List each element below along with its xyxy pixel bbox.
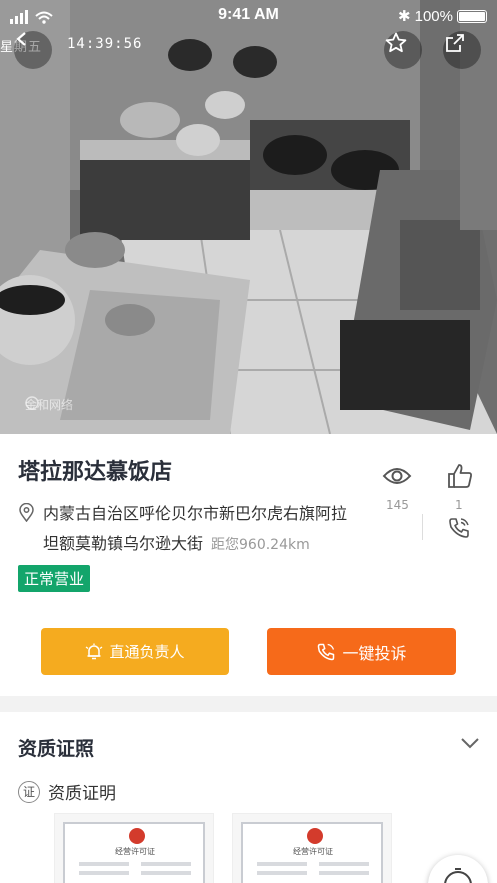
phone-icon[interactable]: [447, 516, 471, 540]
location-pin-icon: [19, 502, 34, 522]
back-button[interactable]: [14, 31, 52, 69]
license-title: 经营许可证: [115, 847, 155, 856]
complain-button[interactable]: 一键投诉: [267, 628, 456, 675]
camera-feed[interactable]: 9:41 AM ✱ 100% 星期五 14:39:56 金和网络: [0, 0, 497, 434]
watermark-logo-icon: [25, 396, 39, 410]
license-thumbnail[interactable]: 经营许可证: [54, 813, 214, 883]
battery-percent: 100%: [414, 7, 453, 25]
status-bar: 9:41 AM ✱ 100%: [0, 0, 497, 32]
distance: 距您960.24km: [211, 537, 310, 553]
floating-action-button[interactable]: [428, 855, 488, 883]
address-line1: 内蒙古自治区呼伦贝尔市新巴尔虎右旗阿拉: [43, 504, 348, 523]
complain-label: 一键投诉: [342, 643, 407, 663]
license-thumbnail[interactable]: 经营许可证: [232, 813, 392, 883]
phone-icon: [318, 643, 335, 660]
cert-category: 证 资质证明: [18, 779, 116, 804]
share-icon: [446, 34, 464, 52]
timer-icon: [444, 868, 472, 883]
view-count: 145: [386, 498, 409, 512]
business-status-badge: 正常营业: [18, 565, 91, 592]
license-title: 经营许可证: [293, 847, 333, 856]
qualifications-section: 资质证照 证 资质证明 经营许可证 经营许可证: [0, 712, 497, 883]
battery-icon: [457, 9, 487, 23]
address-line2: 坦额莫勒镇乌尔逊大街: [43, 534, 204, 553]
status-right: ✱ 100%: [398, 7, 487, 25]
emblem-icon: [307, 828, 323, 844]
eye-icon: [382, 468, 412, 484]
watermark: 金和网络: [25, 396, 73, 413]
camera-timestamp: 14:39:56: [67, 36, 143, 52]
back-icon: [16, 32, 26, 46]
divider: [422, 514, 423, 540]
chevron-down-icon[interactable]: [460, 736, 480, 750]
emblem-icon: [129, 828, 145, 844]
shop-info-card: 塔拉那达慕饭店 内蒙古自治区呼伦贝尔市新巴尔虎右旗阿拉 坦额莫勒镇乌尔逊大街 距您…: [0, 434, 497, 696]
thumbs-up-icon[interactable]: [446, 462, 474, 490]
kitchen-camera-image: [0, 0, 497, 434]
cert-badge-icon: 证: [18, 780, 40, 803]
shop-name: 塔拉那达慕饭店: [18, 460, 173, 485]
bell-icon: [86, 643, 103, 659]
direct-contact-label: 直通负责人: [109, 643, 185, 661]
cert-label: 资质证明: [48, 784, 116, 804]
star-icon: [385, 32, 407, 53]
favorite-button[interactable]: [384, 31, 422, 69]
share-button[interactable]: [443, 31, 481, 69]
like-count: 1: [455, 498, 463, 512]
section-title: 资质证照: [18, 738, 95, 760]
bluetooth-icon: ✱: [398, 8, 411, 25]
shop-detail-page: 9:41 AM ✱ 100% 星期五 14:39:56 金和网络 塔拉那达慕饭店…: [0, 0, 497, 883]
direct-contact-button[interactable]: 直通负责人: [41, 628, 229, 675]
